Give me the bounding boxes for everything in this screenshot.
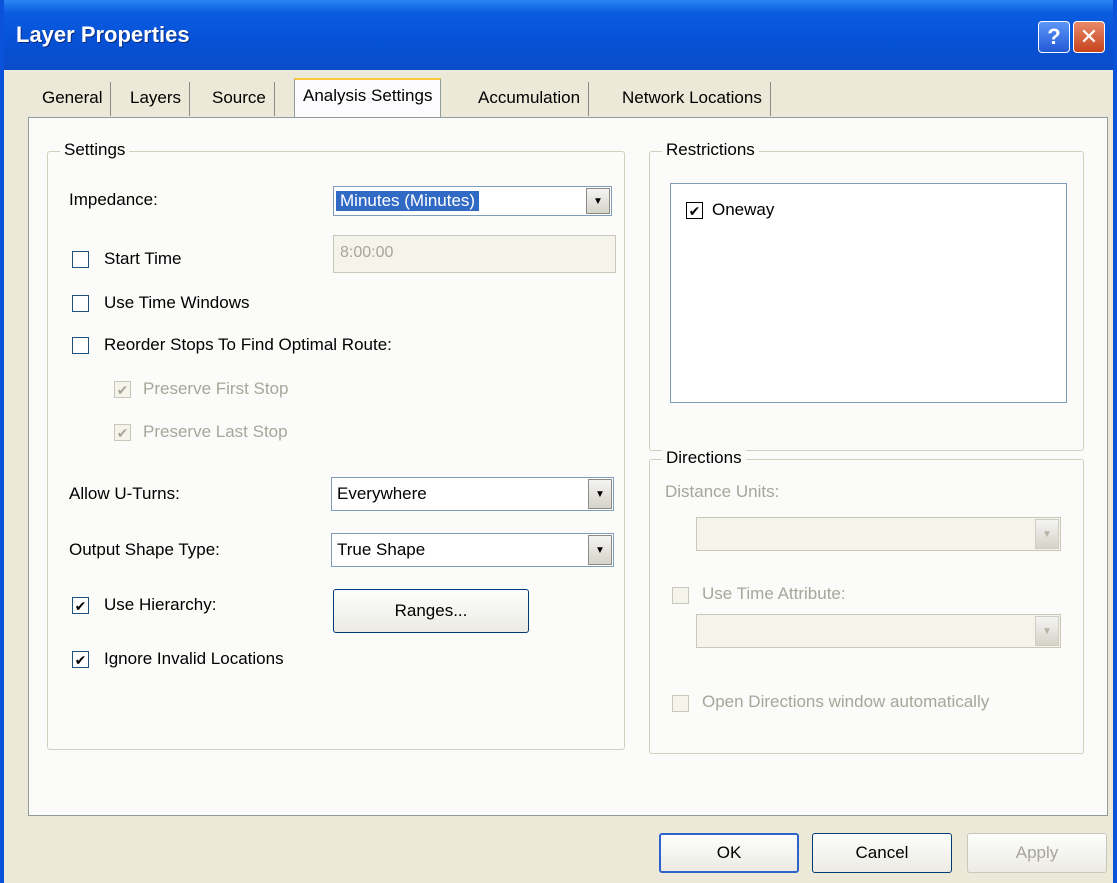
use-time-attribute-checkbox[interactable] — [672, 587, 689, 604]
help-icon: ? — [1047, 24, 1061, 49]
output-shape-dropdown[interactable]: True Shape ▼ — [331, 533, 614, 567]
tab-network-locations[interactable]: Network Locations — [614, 82, 771, 116]
output-shape-label: Output Shape Type: — [69, 540, 220, 559]
close-button[interactable]: ✕ — [1073, 21, 1105, 53]
start-time-checkbox[interactable] — [72, 251, 89, 268]
chevron-down-icon[interactable]: ▼ — [586, 188, 610, 214]
restrictions-list[interactable]: ✔ Oneway — [670, 183, 1067, 403]
preserve-first-stop-checkbox[interactable]: ✔ — [114, 381, 131, 398]
check-icon: ✔ — [116, 424, 129, 441]
use-time-windows-checkbox[interactable] — [72, 295, 89, 312]
reorder-stops-label: Reorder Stops To Find Optimal Route: — [104, 335, 392, 354]
close-icon: ✕ — [1079, 24, 1099, 49]
use-time-windows-label: Use Time Windows — [104, 293, 250, 312]
ok-button[interactable]: OK — [659, 833, 799, 873]
ranges-button[interactable]: Ranges... — [333, 589, 529, 633]
tab-analysis-settings[interactable]: Analysis Settings — [294, 78, 442, 118]
ignore-invalid-locations-label: Ignore Invalid Locations — [104, 649, 284, 668]
window-title: Layer Properties — [16, 22, 190, 47]
preserve-last-stop-checkbox[interactable]: ✔ — [114, 424, 131, 441]
time-attribute-dropdown[interactable]: ▼ — [696, 614, 1061, 648]
layer-properties-dialog: Layer Properties ? ✕ General Layers Sour… — [0, 0, 1117, 883]
title-bar[interactable]: Layer Properties ? ✕ — [4, 0, 1113, 70]
distance-units-dropdown[interactable]: ▼ — [696, 517, 1061, 551]
check-icon: ✔ — [688, 202, 701, 219]
apply-button[interactable]: Apply — [967, 833, 1107, 873]
chevron-down-icon[interactable]: ▼ — [588, 479, 612, 509]
directions-group-label: Directions — [662, 448, 746, 468]
tab-page-analysis-settings: Settings Impedance: Minutes (Minutes) ▼ … — [28, 117, 1108, 816]
use-hierarchy-checkbox[interactable]: ✔ — [72, 597, 89, 614]
tab-general[interactable]: General — [34, 82, 112, 116]
oneway-checkbox[interactable]: ✔ — [686, 202, 703, 219]
tab-layers[interactable]: Layers — [122, 82, 191, 116]
allow-uturns-label: Allow U-Turns: — [69, 484, 180, 503]
reorder-stops-checkbox[interactable] — [72, 337, 89, 354]
impedance-value: Minutes (Minutes) — [336, 191, 480, 211]
check-icon: ✔ — [116, 381, 129, 398]
use-hierarchy-label: Use Hierarchy: — [104, 595, 217, 614]
cancel-button[interactable]: Cancel — [812, 833, 952, 873]
list-item[interactable]: Oneway — [712, 200, 774, 220]
use-time-attribute-label: Use Time Attribute: — [702, 584, 846, 603]
impedance-dropdown[interactable]: Minutes (Minutes) ▼ — [333, 186, 612, 216]
allow-uturns-value: Everywhere — [337, 484, 427, 503]
ignore-invalid-locations-checkbox[interactable]: ✔ — [72, 651, 89, 668]
tab-accumulation[interactable]: Accumulation — [470, 82, 590, 116]
allow-uturns-dropdown[interactable]: Everywhere ▼ — [331, 477, 614, 511]
distance-units-label: Distance Units: — [665, 482, 780, 501]
restrictions-group: Restrictions ✔ Oneway — [649, 140, 1084, 451]
check-icon: ✔ — [74, 651, 87, 668]
open-directions-window-checkbox[interactable] — [672, 695, 689, 712]
restrictions-group-label: Restrictions — [662, 140, 759, 160]
start-time-label: Start Time — [104, 249, 182, 268]
settings-group-label: Settings — [60, 140, 130, 160]
chevron-down-icon[interactable]: ▼ — [1035, 616, 1059, 646]
impedance-label: Impedance: — [69, 190, 158, 209]
chevron-down-icon[interactable]: ▼ — [1035, 519, 1059, 549]
output-shape-value: True Shape — [337, 540, 426, 559]
preserve-last-stop-label: Preserve Last Stop — [143, 422, 288, 441]
preserve-first-stop-label: Preserve First Stop — [143, 379, 289, 398]
chevron-down-icon[interactable]: ▼ — [588, 535, 612, 565]
tab-source[interactable]: Source — [204, 82, 275, 116]
open-directions-window-label: Open Directions window automatically — [702, 692, 990, 711]
start-time-input[interactable]: 8:00:00 — [333, 235, 616, 273]
help-button[interactable]: ? — [1038, 21, 1070, 53]
check-icon: ✔ — [74, 597, 87, 614]
directions-group: Directions Distance Units: ▼ Use Time At… — [649, 448, 1084, 754]
settings-group: Settings Impedance: Minutes (Minutes) ▼ … — [47, 140, 625, 750]
